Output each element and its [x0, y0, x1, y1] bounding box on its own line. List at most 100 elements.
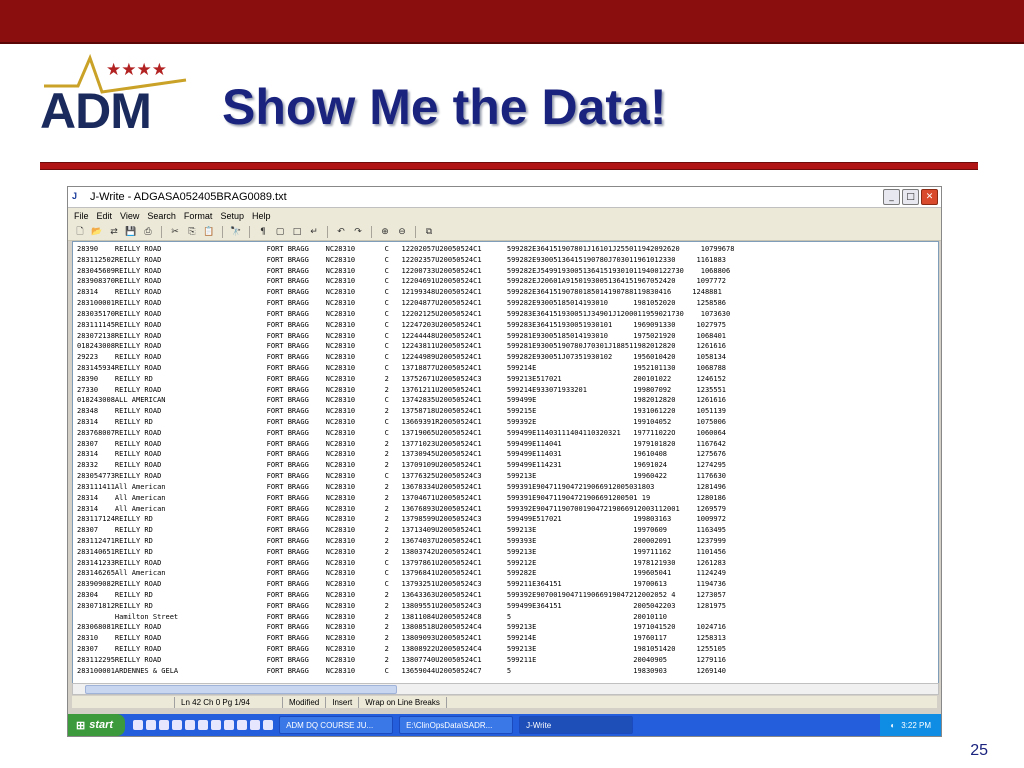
open-recent-icon[interactable]: ⇄	[108, 226, 120, 238]
text-line: 28307 REILLY ROAD FORT BRAGG NC28310 2 1…	[77, 439, 727, 448]
slide-top-bar	[0, 0, 1024, 44]
slide-page-number: 25	[970, 742, 988, 759]
tray-icon[interactable]: ◐	[890, 721, 895, 730]
logo-text: ADM	[40, 83, 152, 139]
quick-launch-icon[interactable]	[250, 720, 261, 730]
toolbar-separator	[327, 225, 328, 238]
copy-icon[interactable]: ⎘	[186, 226, 198, 238]
windows-logo-icon: ⊞	[76, 719, 86, 732]
text-line: 283112471REILLY RD FORT BRAGG NC28310 2 …	[77, 536, 727, 545]
zoom-out-icon[interactable]: ⊖	[396, 226, 408, 238]
text-line: 28314 REILLY RD FORT BRAGG NC28310 C 136…	[77, 418, 727, 426]
quick-launch-icon[interactable]	[185, 720, 196, 730]
menu-view[interactable]: View	[120, 211, 139, 221]
text-line: 283768007REILLY ROAD FORT BRAGG NC28310 …	[77, 428, 727, 437]
window-titlebar[interactable]: J J-Write - ADGASA052405BRAG0089.txt _ □…	[68, 187, 941, 208]
menu-help[interactable]: Help	[252, 211, 271, 221]
data-rows: 28390 REILLY ROAD FORT BRAGG NC28310 C 1…	[73, 242, 938, 677]
toolbar-separator	[161, 225, 162, 238]
windows-taskbar: ⊞ start ADM DQ COURSE JU... E:\ClinOpsDa…	[68, 714, 941, 736]
text-line: 283071812REILLY RD FORT BRAGG NC28310 2 …	[77, 601, 727, 610]
toolbar-separator	[415, 225, 416, 238]
menu-search[interactable]: Search	[147, 211, 176, 221]
jwrite-app-icon: J	[72, 191, 78, 201]
text-line: 283145934REILLY ROAD FORT BRAGG NC28310 …	[77, 363, 727, 372]
text-line: 283100001ARDENNES & GELA FORT BRAGG NC28…	[77, 666, 727, 675]
taskbar-item-explorer[interactable]: E:\ClinOpsData\SADR...	[399, 716, 514, 734]
text-line: 28314 REILLY ROAD FORT BRAGG NC28310 2 1…	[77, 450, 727, 459]
text-line: 283141233REILLY ROAD FORT BRAGG NC28310 …	[77, 558, 727, 567]
quick-launch-icon[interactable]	[211, 720, 222, 730]
taskbar-item-powerpoint[interactable]: ADM DQ COURSE JU...	[279, 716, 394, 734]
maximize-button[interactable]: □	[902, 189, 919, 205]
menu-setup[interactable]: Setup	[220, 211, 244, 221]
text-line: 283111145REILLY ROAD FORT BRAGG NC28310 …	[77, 320, 727, 329]
text-line: 283111411All American FORT BRAGG NC28310…	[77, 482, 727, 491]
text-editor-area[interactable]: 28390 REILLY ROAD FORT BRAGG NC28310 C 1…	[72, 241, 939, 684]
quick-launch-icon[interactable]	[198, 720, 209, 730]
quick-launch-icon[interactable]	[159, 720, 170, 730]
menu-format[interactable]: Format	[184, 211, 213, 221]
cut-icon[interactable]: ✂	[169, 226, 181, 238]
box-icon[interactable]: ▢	[274, 226, 286, 238]
text-line: Hamilton Street FORT BRAGG NC28310 2 138…	[77, 612, 668, 621]
quick-launch-icon[interactable]	[263, 720, 274, 730]
status-blank	[72, 696, 175, 708]
title-divider	[40, 162, 978, 170]
taskbar-item-jwrite[interactable]: J-Write	[519, 716, 634, 734]
quick-launch-icon[interactable]	[133, 720, 144, 730]
new-file-icon[interactable]: 🗋	[74, 226, 86, 238]
text-line: 283100001REILLY ROAD FORT BRAGG NC28310 …	[77, 299, 727, 308]
status-modified: Modified	[283, 696, 327, 708]
horizontal-scrollbar[interactable]	[72, 683, 939, 695]
text-line: 28314 All American FORT BRAGG NC28310 2 …	[77, 504, 727, 513]
menu-file[interactable]: File	[74, 211, 89, 221]
text-line: 28307 REILLY ROAD FORT BRAGG NC28310 2 1…	[77, 645, 727, 654]
undo-icon[interactable]: ↶	[335, 226, 347, 238]
menu-edit[interactable]: Edit	[97, 211, 113, 221]
text-line: 28390 REILLY ROAD FORT BRAGG NC28310 C 1…	[77, 245, 735, 253]
status-wrap: Wrap on Line Breaks	[359, 696, 447, 708]
start-button[interactable]: ⊞ start	[68, 714, 126, 736]
toolbar-separator	[371, 225, 372, 238]
find-icon[interactable]: 🔭	[230, 226, 242, 238]
pilcrow-icon[interactable]: ¶	[257, 226, 269, 238]
print-icon[interactable]: ⎙	[142, 226, 154, 238]
quick-launch-icon[interactable]	[146, 720, 157, 730]
jwrite-window: J J-Write - ADGASA052405BRAG0089.txt _ □…	[67, 186, 942, 737]
text-line: 28348 REILLY ROAD FORT BRAGG NC28310 2 1…	[77, 407, 727, 416]
properties-icon[interactable]: ⧉	[423, 226, 435, 238]
wrap-icon[interactable]: ↵	[308, 226, 320, 238]
redo-icon[interactable]: ↷	[352, 226, 364, 238]
quick-launch-icon[interactable]	[172, 720, 183, 730]
quick-launch-icon[interactable]	[237, 720, 248, 730]
quick-launch-icon[interactable]	[224, 720, 235, 730]
text-line: 283035170REILLY ROAD FORT BRAGG NC28310 …	[77, 309, 731, 318]
start-label: start	[89, 719, 114, 731]
scrollbar-thumb[interactable]	[85, 685, 397, 694]
text-line: 28310 REILLY ROAD FORT BRAGG NC28310 2 1…	[77, 634, 727, 643]
text-line: 283909082REILLY ROAD FORT BRAGG NC28310 …	[77, 580, 727, 589]
text-line: 283146265All American FORT BRAGG NC28310…	[77, 569, 727, 578]
status-position: Ln 42 Ch 0 Pg 1/94	[175, 696, 283, 708]
text-line: 27330 REILLY ROAD FORT BRAGG NC28310 2 1…	[77, 385, 727, 394]
text-line: 283112295REILLY ROAD FORT BRAGG NC28310 …	[77, 655, 727, 664]
toolbar-separator	[222, 225, 223, 238]
page-icon[interactable]: □	[291, 226, 303, 238]
window-title: J-Write - ADGASA052405BRAG0089.txt	[90, 191, 287, 203]
save-icon[interactable]: 💾	[125, 226, 137, 238]
close-button[interactable]: ✕	[921, 189, 938, 205]
text-line: 28314 REILLY ROAD FORT BRAGG NC28310 C 1…	[77, 288, 722, 297]
zoom-in-icon[interactable]: ⊕	[379, 226, 391, 238]
text-line: 283140651REILLY RD FORT BRAGG NC28310 2 …	[77, 547, 727, 556]
open-folder-icon[interactable]: 📂	[91, 226, 103, 238]
minimize-button[interactable]: _	[883, 189, 900, 205]
clock: 3:22 PM	[901, 720, 931, 730]
adm-logo: ★★★★ ADM	[36, 52, 206, 142]
text-line: 283045609REILLY ROAD FORT BRAGG NC28310 …	[77, 266, 731, 275]
text-line: 283068081REILLY ROAD FORT BRAGG NC28310 …	[77, 623, 727, 632]
paste-icon[interactable]: 📋	[203, 226, 215, 238]
text-line: 28307 REILLY RD FORT BRAGG NC28310 2 137…	[77, 526, 727, 535]
quick-launch	[133, 720, 274, 730]
text-line: 018243008REILLY ROAD FORT BRAGG NC28310 …	[77, 342, 727, 351]
